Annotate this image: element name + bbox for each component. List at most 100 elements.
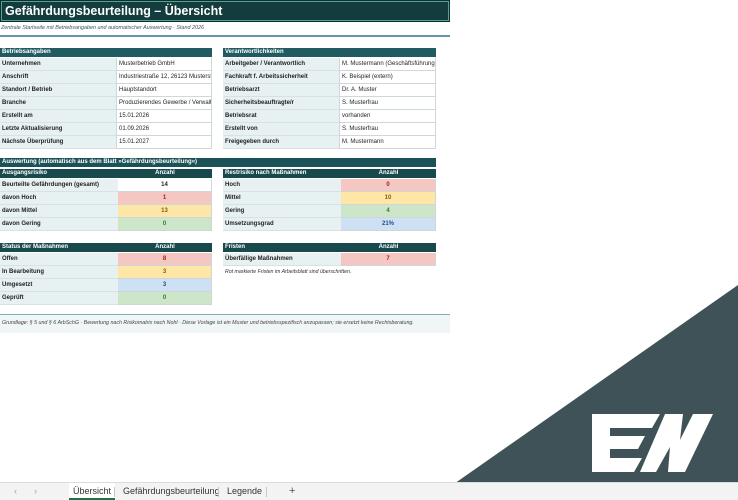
info-label[interactable]: Branche bbox=[0, 97, 116, 110]
table-row: davon Mittel 13 bbox=[0, 205, 212, 218]
info-row: Anschrift Industriestraße 12, 26123 Muste… bbox=[0, 71, 212, 84]
column-header-anzahl: Anzahl bbox=[155, 244, 175, 250]
info-label[interactable]: Erstellt von bbox=[223, 123, 339, 136]
info-row: Sicherheitsbeauftragte/r S. Musterfrau bbox=[223, 97, 436, 110]
count-value[interactable]: 13 bbox=[118, 205, 212, 218]
table-row: Umsetzungsgrad 21% bbox=[223, 218, 436, 231]
table-row: davon Gering 0 bbox=[0, 218, 212, 231]
info-value[interactable]: M. Mustermann (Geschäftsführung) bbox=[339, 58, 436, 71]
row-label[interactable]: Gering bbox=[223, 205, 341, 218]
row-label[interactable]: Umgesetzt bbox=[0, 279, 118, 292]
info-row: Arbeitgeber / Verantwortlich M. Musterman… bbox=[223, 58, 436, 71]
row-label[interactable]: davon Gering bbox=[0, 218, 118, 231]
column-header: Status der Maßnahmen bbox=[2, 244, 69, 250]
prev-sheet-button[interactable]: ‹ bbox=[14, 486, 17, 496]
section-header-betrieb: Betriebsangaben bbox=[0, 48, 212, 57]
next-sheet-button[interactable]: › bbox=[34, 486, 37, 496]
subtitle: Zentrale Startseite mit Betriebsangaben … bbox=[1, 25, 204, 31]
info-row: Standort / Betrieb Hauptstandort bbox=[0, 84, 212, 97]
table-row: Offen 8 bbox=[0, 253, 212, 266]
count-value[interactable]: 10 bbox=[341, 192, 436, 205]
info-label[interactable]: Sicherheitsbeauftragte/r bbox=[223, 97, 339, 110]
title-cell[interactable]: Gefährdungsbeurteilung – Übersicht bbox=[0, 0, 450, 22]
count-value[interactable]: 21% bbox=[341, 218, 436, 231]
info-label[interactable]: Betriebsrat bbox=[223, 110, 339, 123]
divider bbox=[0, 35, 450, 37]
count-value[interactable]: 4 bbox=[341, 205, 436, 218]
count-value[interactable]: 7 bbox=[341, 253, 436, 266]
info-row: Letzte Aktualisierung 01.09.2026 bbox=[0, 123, 212, 136]
count-value[interactable]: 8 bbox=[118, 253, 212, 266]
column-header-anzahl: Anzahl bbox=[378, 244, 399, 250]
info-value[interactable]: Industriestraße 12, 26123 Musterstadt bbox=[116, 71, 212, 84]
table-row: Hoch 0 bbox=[223, 179, 436, 192]
column-header: Ausgangsrisiko bbox=[2, 170, 48, 176]
info-label[interactable]: Letzte Aktualisierung bbox=[0, 123, 116, 136]
info-label[interactable]: Arbeitgeber / Verantwortlich bbox=[223, 58, 339, 71]
table-row: Umgesetzt 3 bbox=[0, 279, 212, 292]
info-label[interactable]: Unternehmen bbox=[0, 58, 116, 71]
section-title: Verantwortlichkeiten bbox=[225, 49, 284, 55]
table-header-ausgangsrisiko: Ausgangsrisiko Anzahl bbox=[0, 169, 212, 178]
table-row: Gering 4 bbox=[223, 205, 436, 218]
info-label[interactable]: Fachkraft f. Arbeitssicherheit bbox=[223, 71, 339, 84]
row-label[interactable]: davon Mittel bbox=[0, 205, 118, 218]
info-value[interactable]: vorhanden bbox=[339, 110, 436, 123]
column-header: Restrisiko nach Maßnahmen bbox=[225, 170, 307, 176]
info-row: Erstellt von S. Musterfrau bbox=[223, 123, 436, 136]
column-header: Fristen bbox=[225, 244, 246, 250]
info-label[interactable]: Nächste Überprüfung bbox=[0, 136, 116, 149]
count-value[interactable]: 0 bbox=[118, 292, 212, 305]
count-value[interactable]: 1 bbox=[118, 192, 212, 205]
info-value[interactable]: Musterbetrieb GmbH bbox=[116, 58, 212, 71]
info-value[interactable]: S. Musterfrau bbox=[339, 123, 436, 136]
footer-note: Grundlage: § 5 und § 6 ArbSchG · Bewertu… bbox=[2, 320, 414, 326]
row-label[interactable]: Hoch bbox=[223, 179, 341, 192]
info-value[interactable]: Hauptstandort bbox=[116, 84, 212, 97]
section-title: Auswertung (automatisch aus dem Blatt »G… bbox=[2, 159, 198, 165]
info-label[interactable]: Standort / Betrieb bbox=[0, 84, 116, 97]
count-value[interactable]: 3 bbox=[118, 279, 212, 292]
table-row: Geprüft 0 bbox=[0, 292, 212, 305]
info-row: Fachkraft f. Arbeitssicherheit K. Beispie… bbox=[223, 71, 436, 84]
row-label[interactable]: Überfällige Maßnahmen bbox=[223, 253, 341, 266]
tab-legende[interactable]: Legende bbox=[223, 483, 266, 500]
table-row: davon Hoch 1 bbox=[0, 192, 212, 205]
tab-gefaehrdungsbeurteilung[interactable]: Gefährdungsbeurteilung bbox=[119, 483, 224, 500]
info-row: Freigegeben durch M. Mustermann bbox=[223, 136, 436, 149]
info-label[interactable]: Freigegeben durch bbox=[223, 136, 339, 149]
count-value[interactable]: 14 bbox=[118, 179, 212, 192]
table-row: Beurteilte Gefährdungen (gesamt) 14 bbox=[0, 179, 212, 192]
info-value[interactable]: S. Musterfrau bbox=[339, 97, 436, 110]
footer-note-cell[interactable]: Grundlage: § 5 und § 6 ArbSchG · Bewertu… bbox=[0, 315, 450, 333]
row-label[interactable]: In Bearbeitung bbox=[0, 266, 118, 279]
column-header-anzahl: Anzahl bbox=[378, 170, 399, 176]
ex-logo-icon bbox=[592, 414, 713, 472]
info-value[interactable]: K. Beispiel (extern) bbox=[339, 71, 436, 84]
table-row: Mittel 10 bbox=[223, 192, 436, 205]
info-value[interactable]: M. Mustermann bbox=[339, 136, 436, 149]
count-value[interactable]: 0 bbox=[341, 179, 436, 192]
info-value[interactable]: Produzierendes Gewerbe / Verwaltung bbox=[116, 97, 212, 110]
table-header-status: Status der Maßnahmen Anzahl bbox=[0, 243, 212, 252]
add-sheet-button[interactable]: + bbox=[285, 483, 299, 500]
info-row: Betriebsrat vorhanden bbox=[223, 110, 436, 123]
row-label[interactable]: davon Hoch bbox=[0, 192, 118, 205]
count-value[interactable]: 3 bbox=[118, 266, 212, 279]
row-label[interactable]: Offen bbox=[0, 253, 118, 266]
row-label[interactable]: Mittel bbox=[223, 192, 341, 205]
row-label[interactable]: Geprüft bbox=[0, 292, 118, 305]
info-value[interactable]: 15.01.2026 bbox=[116, 110, 212, 123]
tab-uebersicht[interactable]: Übersicht bbox=[69, 483, 116, 500]
info-label[interactable]: Erstellt am bbox=[0, 110, 116, 123]
row-label[interactable]: Beurteilte Gefährdungen (gesamt) bbox=[0, 179, 118, 192]
count-value[interactable]: 0 bbox=[118, 218, 212, 231]
info-label[interactable]: Betriebsarzt bbox=[223, 84, 339, 97]
table-header-fristen: Fristen Anzahl bbox=[223, 243, 436, 252]
info-value[interactable]: 01.09.2026 bbox=[116, 123, 212, 136]
info-value[interactable]: Dr. A. Muster bbox=[339, 84, 436, 97]
row-label[interactable]: Umsetzungsgrad bbox=[223, 218, 341, 231]
info-value[interactable]: 15.01.2027 bbox=[116, 136, 212, 149]
info-label[interactable]: Anschrift bbox=[0, 71, 116, 84]
section-title: Betriebsangaben bbox=[2, 49, 51, 55]
